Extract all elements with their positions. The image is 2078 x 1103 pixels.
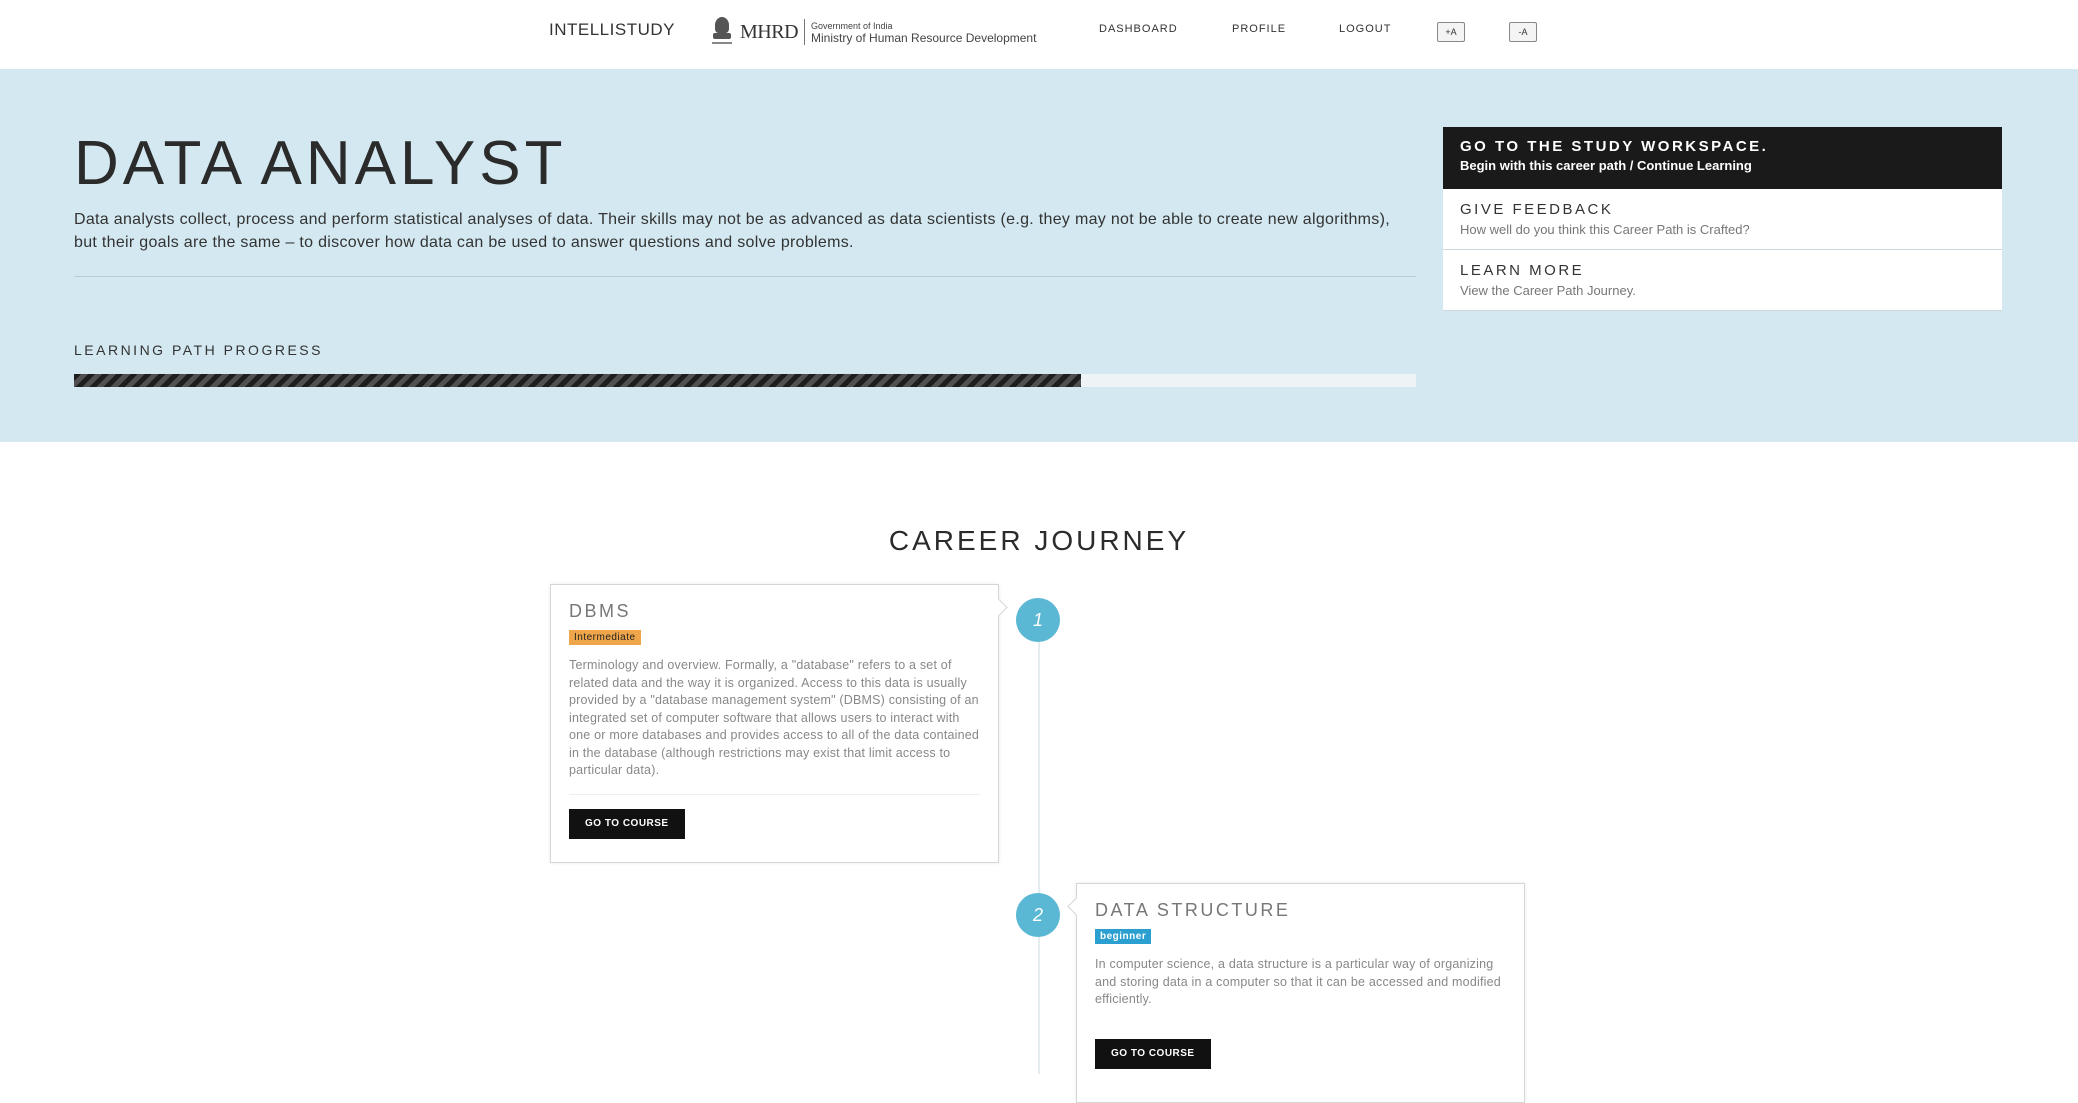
study-workspace-subtitle: Begin with this career path / Continue L…	[1460, 158, 1752, 173]
course-card-dbms: DBMS Intermediate Terminology and overvi…	[550, 584, 1008, 863]
career-journey-heading: CAREER JOURNEY	[888, 525, 1190, 556]
logo-ministry-text: Ministry of Human Resource Development	[811, 31, 1037, 45]
course-card-data-structure: DATA STRUCTURE beginner In computer scie…	[1067, 883, 1525, 1103]
logo-mhrd-text: MHRD	[740, 20, 799, 43]
give-feedback-subtitle: How well do you think this Career Path i…	[1460, 222, 1750, 237]
learn-more-subtitle: View the Career Path Journey.	[1460, 283, 1636, 298]
card-pointer	[1067, 897, 1086, 916]
timeline-line	[1038, 600, 1040, 1074]
font-decrease-button[interactable]: -A	[1509, 22, 1537, 42]
card-divider	[569, 793, 980, 795]
study-workspace-link[interactable]: GO TO THE STUDY WORKSPACE. Begin with th…	[1443, 127, 2002, 189]
go-to-course-button[interactable]: GO TO COURSE	[1095, 1038, 1211, 1069]
logo-divider	[804, 19, 806, 45]
course-title: DATA STRUCTURE	[1095, 900, 1291, 920]
nav-profile-link[interactable]: PROFILE	[1232, 23, 1286, 35]
step-number-badge: 2	[1016, 893, 1060, 937]
learn-more-link[interactable]: LEARN MORE View the Career Path Journey.	[1443, 250, 2002, 311]
give-feedback-title: GIVE FEEDBACK	[1460, 201, 1614, 218]
emblem-icon	[710, 16, 734, 48]
learn-more-title: LEARN MORE	[1460, 262, 1585, 279]
give-feedback-link[interactable]: GIVE FEEDBACK How well do you think this…	[1443, 189, 2002, 250]
top-navbar: INTELLISTUDY MHRD Government of India Mi…	[0, 0, 2078, 69]
brand-name[interactable]: INTELLISTUDY	[549, 20, 675, 40]
level-badge: Intermediate	[569, 630, 641, 645]
progress-bar-fill	[74, 374, 1081, 387]
step-number-badge: 1	[1016, 598, 1060, 642]
go-to-course-button[interactable]: GO TO COURSE	[569, 808, 685, 839]
card-pointer	[989, 598, 1008, 617]
hero-divider	[74, 276, 1416, 277]
course-description: Terminology and overview. Formally, a "d…	[569, 658, 980, 777]
career-actions-menu: GO TO THE STUDY WORKSPACE. Begin with th…	[1443, 127, 2002, 311]
logo-subtitle: Government of India Ministry of Human Re…	[811, 20, 1036, 44]
level-badge: beginner	[1095, 929, 1152, 944]
course-description: In computer science, a data structure is…	[1095, 957, 1501, 1006]
font-increase-button[interactable]: +A	[1437, 22, 1465, 42]
study-workspace-title: GO TO THE STUDY WORKSPACE.	[1460, 138, 1769, 155]
nav-dashboard-link[interactable]: DASHBOARD	[1099, 23, 1178, 35]
career-description: Data analysts collect, process and perfo…	[74, 211, 1390, 251]
mhrd-logo: MHRD Government of India Ministry of Hum…	[710, 14, 1036, 50]
page-title: DATA ANALYST	[74, 129, 567, 198]
nav-logout-link[interactable]: LOGOUT	[1339, 23, 1391, 35]
progress-bar	[74, 374, 1416, 387]
progress-label: LEARNING PATH PROGRESS	[74, 342, 323, 358]
course-title: DBMS	[569, 601, 632, 621]
